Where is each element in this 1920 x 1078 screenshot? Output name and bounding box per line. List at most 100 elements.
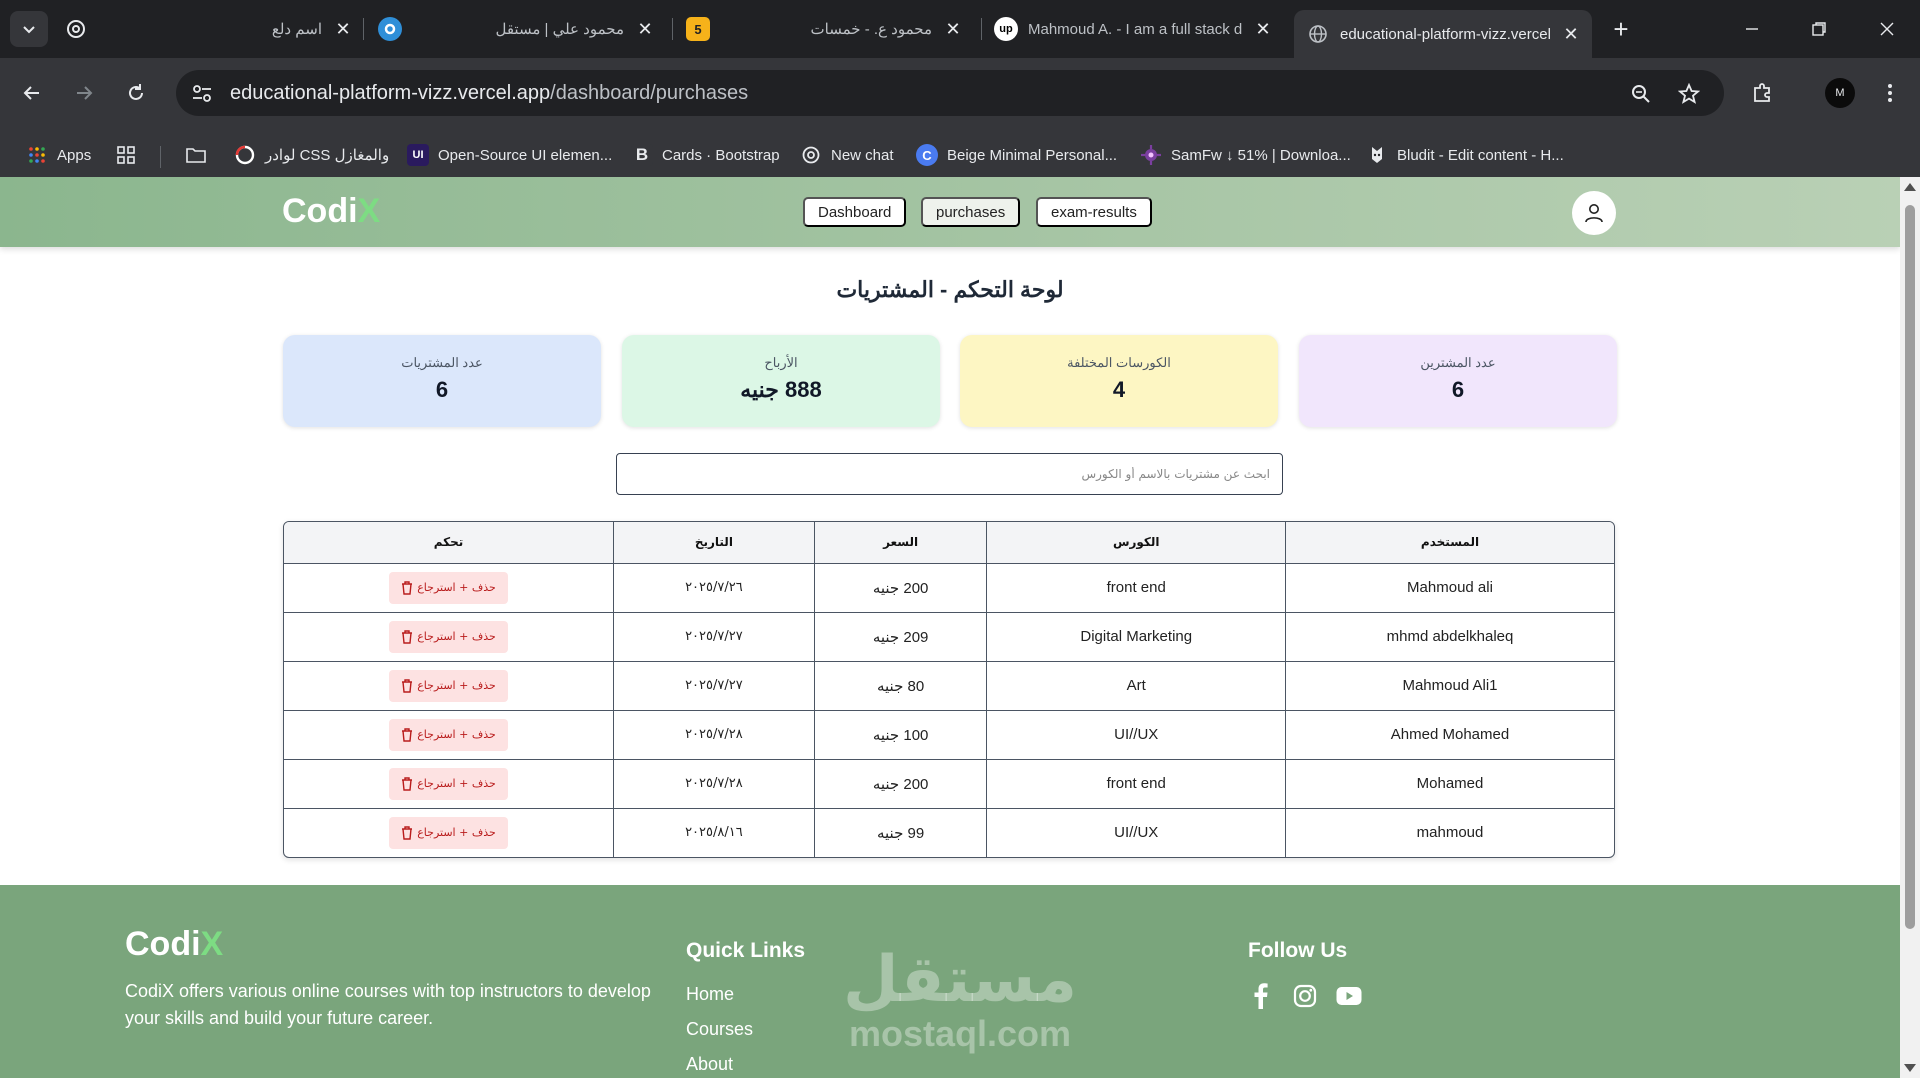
mostaql-watermark: مستقل mostaql.com [840,945,1080,1053]
restore-icon[interactable] [1796,12,1842,46]
footer-link-courses[interactable]: Courses [686,1019,753,1040]
cell-user: Ahmed Mohamed [1285,709,1614,760]
khamsat-icon: 5 [686,17,710,41]
instagram-icon[interactable] [1291,982,1319,1010]
openai-icon [64,17,88,41]
footer-link-home[interactable]: Home [686,984,734,1005]
cell-actions: حذف + استرجاع [284,611,615,662]
close-tab-icon[interactable]: ✕ [1252,18,1274,40]
bookmark-bludit[interactable]: Bludit - Edit content - H... [1366,142,1564,168]
tab-1[interactable]: اسم دلع ✕ [64,10,354,48]
cell-date: ٢٠٢٥/٧/٢٨ [613,709,815,760]
header-price: السعر [813,522,988,564]
stat-label: الأرباح [764,355,798,370]
browser-toolbar: educational-platform-vizz.vercel.app/das… [0,58,1920,184]
header-logo[interactable]: CodiX [282,192,380,231]
header-course: الكورس [986,522,1286,564]
reload-icon[interactable] [118,75,154,111]
page-scrollbar[interactable] [1900,177,1920,1078]
scrollbar-thumb[interactable] [1905,205,1915,929]
stat-value: 4 [1112,377,1126,402]
stat-card-buyers: عدد المشترين 6 [1299,335,1617,427]
scroll-down-arrow-icon[interactable] [1904,1064,1916,1072]
delete-refund-button[interactable]: حذف + استرجاع [389,620,508,653]
cell-actions: حذف + استرجاع [284,660,615,711]
address-bar[interactable]: educational-platform-vizz.vercel.app/das… [176,70,1724,116]
globe-icon [1306,22,1330,46]
cell-price: 80 جنيه [813,660,988,711]
cell-actions: حذف + استرجاع [284,709,615,760]
site-settings-icon[interactable] [190,81,216,105]
close-window-icon[interactable] [1864,12,1910,46]
youtube-icon[interactable] [1335,982,1363,1010]
purchases-search-input[interactable] [616,453,1283,495]
delete-refund-button[interactable]: حذف + استرجاع [389,718,508,751]
cell-course: Art [986,660,1286,711]
cell-actions: حذف + استرجاع [284,758,615,809]
user-icon [1585,204,1603,223]
back-arrow-icon[interactable] [14,75,50,111]
close-tab-icon[interactable]: ✕ [942,18,964,40]
new-tab-plus-icon[interactable]: + [1598,12,1644,46]
header-actions: تحكم [284,522,615,564]
delete-refund-button[interactable]: حذف + استرجاع [389,816,508,849]
url-path: /dashboard/purchases [550,82,749,104]
bookmark-star-icon[interactable] [1676,81,1702,107]
nav-purchases[interactable]: purchases [921,197,1021,227]
bookmark-canva[interactable]: C Beige Minimal Personal... [916,142,1117,168]
minimize-icon[interactable] [1729,12,1775,46]
tab-3[interactable]: 5 محمود ع. - خمسات ✕ [686,10,964,48]
bootstrap-icon: B [631,144,653,166]
tab-search-button[interactable] [10,11,48,47]
stat-value: 888 جنيه [740,377,822,402]
delete-label: حذف + استرجاع [417,826,496,840]
scroll-up-arrow-icon[interactable] [1904,183,1916,191]
stat-value: 6 [435,377,449,402]
cell-user: Mahmoud Ali1 [1285,660,1614,711]
delete-refund-button[interactable]: حذف + استرجاع [389,571,508,604]
logo-text: Codi [282,192,358,230]
more-vertical-icon[interactable] [1872,75,1908,111]
tab-2[interactable]: محمود علي | مستقل ✕ [378,10,656,48]
cell-user: mhmd abdelkhaleq [1285,611,1614,662]
bookmark-uiverse[interactable]: UI Open-Source UI elemen... [407,142,612,168]
delete-label: حذف + استرجاع [417,679,496,692]
tab-title: محمود ع. - خمسات [810,21,932,38]
bookmark-new-chat[interactable]: New chat [800,142,894,168]
delete-refund-button[interactable]: حذف + استرجاع [389,669,508,702]
bookmark-tab-groups[interactable] [115,142,146,168]
bookmark-label: Bludit - Edit content - H... [1397,146,1564,164]
tab-separator [981,18,982,40]
stat-card-courses: الكورسات المختلفة 4 [960,335,1278,427]
watermark-arabic: مستقل [842,943,1078,1017]
tab-5-active[interactable]: educational-platform-vizz.vercel.app ✕ [1294,10,1592,58]
bookmark-bootstrap[interactable]: B Cards · Bootstrap [631,142,780,168]
close-tab-icon[interactable]: ✕ [1560,23,1582,45]
delete-refund-button[interactable]: حذف + استرجاع [389,767,508,800]
footer-link-about[interactable]: About [686,1054,733,1075]
extensions-puzzle-icon[interactable] [1744,75,1780,111]
facebook-icon[interactable] [1247,982,1275,1010]
nav-dashboard[interactable]: Dashboard [803,197,907,227]
profile-avatar-icon[interactable]: M [1822,75,1858,111]
tab-4[interactable]: up Mahmoud A. - I am a full stack develo… [994,10,1274,48]
tab-separator [672,18,673,40]
nav-exam-results[interactable]: exam-results [1036,197,1152,227]
tab-title: محمود علي | مستقل [495,21,624,38]
bookmark-folder[interactable] [185,142,216,168]
header-user: المستخدم [1285,522,1614,564]
forward-arrow-icon[interactable] [66,75,102,111]
close-tab-icon[interactable]: ✕ [332,18,354,40]
zoom-icon[interactable] [1628,81,1654,107]
apps-grid-icon [26,144,48,166]
url-host: educational-platform-vizz.vercel.app [230,82,551,104]
close-tab-icon[interactable]: ✕ [634,18,656,40]
stat-value: 6 [1451,377,1465,402]
delete-label: حذف + استرجاع [417,581,496,594]
footer-logo[interactable]: CodiX [125,925,223,964]
bookmark-samfw[interactable]: SamFw ↓ 51% | Downloa... [1140,142,1351,168]
user-avatar[interactable] [1572,191,1616,235]
bookmark-apps[interactable]: Apps [26,142,91,168]
bookmark-css-loaders[interactable]: لوادر CSS والمغازل [234,142,389,168]
trash-icon [402,678,413,693]
